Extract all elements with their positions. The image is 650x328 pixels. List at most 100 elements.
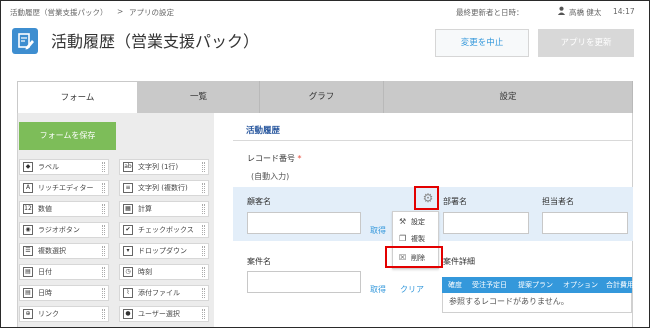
- menu-item-settings[interactable]: ⚒ 設定: [393, 215, 438, 229]
- person-in-charge-field[interactable]: [542, 212, 628, 234]
- palette-item-label-text: 添付ファイル: [138, 289, 180, 297]
- multi-select-icon: ☰: [23, 246, 33, 256]
- palette-item-rich-editor[interactable]: A リッチエディター: [19, 180, 109, 196]
- palette-item-label-text: 日時: [38, 289, 52, 297]
- palette-item-label-text: チェックボックス: [138, 226, 194, 234]
- breadcrumb-separator: >: [117, 7, 124, 16]
- reference-table-empty: 参照するレコードがありません。: [442, 293, 632, 313]
- palette-item-number[interactable]: 12 数値: [19, 201, 109, 217]
- palette-item-radio[interactable]: ◉ ラジオボタン: [19, 222, 109, 238]
- column-header: 提案プラン: [518, 281, 553, 289]
- menu-item-duplicate[interactable]: ❐ 複製: [393, 232, 438, 246]
- update-app-button[interactable]: アプリを更新: [538, 29, 634, 57]
- datetime-icon: ▤: [23, 288, 33, 298]
- menu-item-label: 複製: [411, 235, 425, 243]
- drag-handle-icon[interactable]: [102, 309, 105, 319]
- drag-handle-icon[interactable]: [202, 309, 205, 319]
- drag-handle-icon[interactable]: [102, 246, 105, 256]
- breadcrumb-app-link[interactable]: 活動履歴（営業支援パック）: [10, 7, 108, 18]
- label-icon: ◆: [23, 162, 33, 172]
- drag-handle-icon[interactable]: [102, 288, 105, 298]
- duplicate-icon: ❐: [399, 234, 407, 243]
- clear-link[interactable]: クリア: [400, 284, 424, 295]
- number-icon: 12: [23, 204, 33, 214]
- palette-item-user-select[interactable]: ● ユーザー選択: [119, 306, 209, 322]
- drag-handle-icon[interactable]: [102, 225, 105, 235]
- column-header: 合計費用: [606, 281, 634, 289]
- customer-name-label: 顧客名: [247, 197, 271, 206]
- column-header: オプション: [563, 281, 598, 289]
- palette-item-text-single[interactable]: ab 文字列 (1行): [119, 159, 209, 175]
- save-form-button[interactable]: フォームを保存: [19, 122, 116, 150]
- palette-item-label-text: 複数選択: [38, 247, 66, 255]
- palette-item-label-text: 時刻: [138, 268, 152, 276]
- palette-item-label-text: ラジオボタン: [38, 226, 80, 234]
- palette-item-label[interactable]: ◆ ラベル: [19, 159, 109, 175]
- menu-item-label: 設定: [411, 218, 425, 226]
- palette-item-date[interactable]: ▤ 日付: [19, 264, 109, 280]
- drag-handle-icon[interactable]: [202, 204, 205, 214]
- checkbox-icon: ✔: [123, 225, 133, 235]
- user-select-icon: ●: [123, 309, 133, 319]
- time-icon: ◷: [123, 267, 133, 277]
- cancel-changes-button[interactable]: 変更を中止: [435, 29, 529, 57]
- tab-settings[interactable]: 設定: [384, 81, 633, 113]
- customer-name-field[interactable]: [247, 212, 361, 234]
- palette-item-attachment[interactable]: ⌇ 添付ファイル: [119, 285, 209, 301]
- drag-handle-icon[interactable]: [202, 246, 205, 256]
- drag-handle-icon[interactable]: [102, 267, 105, 277]
- person-in-charge-label: 担当者名: [542, 197, 574, 206]
- palette-item-datetime[interactable]: ▤ 日時: [19, 285, 109, 301]
- drag-handle-icon[interactable]: [102, 162, 105, 172]
- column-header: 受注予定日: [472, 281, 507, 289]
- drag-handle-icon[interactable]: [102, 183, 105, 193]
- app-settings-icon: [12, 28, 38, 54]
- case-name-label: 案件名: [247, 257, 271, 266]
- column-header: 確度: [448, 281, 462, 289]
- palette-item-multi-select[interactable]: ☰ 複数選択: [19, 243, 109, 259]
- calc-icon: ▦: [123, 204, 133, 214]
- attachment-icon: ⌇: [123, 288, 133, 298]
- palette-item-checkbox[interactable]: ✔ チェックボックス: [119, 222, 209, 238]
- palette-item-label-text: リッチエディター: [38, 184, 94, 192]
- drag-handle-icon[interactable]: [202, 162, 205, 172]
- palette-item-dropdown[interactable]: ▾ ドロップダウン: [119, 243, 209, 259]
- palette-item-label-text: ドロップダウン: [138, 247, 187, 255]
- link-icon: ⊕: [23, 309, 33, 319]
- last-updated-label: 最終更新者と日時：: [456, 8, 524, 17]
- palette-item-label-text: リンク: [38, 310, 59, 318]
- fetch-link-2[interactable]: 取得: [370, 284, 386, 295]
- page-title: 活動履歴（営業支援パック）: [51, 32, 260, 51]
- palette-item-label-text: 数値: [38, 205, 52, 213]
- palette-item-label-text: ユーザー選択: [138, 310, 180, 318]
- heading-divider: [233, 140, 633, 141]
- department-field[interactable]: [443, 212, 529, 234]
- drag-handle-icon[interactable]: [202, 267, 205, 277]
- record-number-label: レコード番号 *: [247, 154, 302, 163]
- palette-item-calc[interactable]: ▦ 計算: [119, 201, 209, 217]
- tab-form[interactable]: フォーム: [17, 81, 138, 114]
- palette-item-time[interactable]: ◷ 時刻: [119, 264, 209, 280]
- settings-tabs: フォーム 一覧 グラフ 設定: [17, 81, 633, 114]
- user-icon: [557, 6, 566, 15]
- updater-name[interactable]: 高橋 健太: [569, 7, 601, 18]
- palette-item-label-text: 文字列 (複数行): [138, 184, 188, 192]
- drag-handle-icon[interactable]: [102, 204, 105, 214]
- settings-icon: ⚒: [399, 217, 407, 226]
- dropdown-icon: ▾: [123, 246, 133, 256]
- required-mark: *: [297, 154, 302, 163]
- tab-graph[interactable]: グラフ: [260, 81, 384, 113]
- drag-handle-icon[interactable]: [202, 183, 205, 193]
- form-heading: 活動履歴: [246, 126, 281, 136]
- palette-item-link[interactable]: ⊕ リンク: [19, 306, 109, 322]
- rich-editor-icon: A: [23, 183, 33, 193]
- fetch-link[interactable]: 取得: [370, 225, 386, 236]
- highlight-gear: [414, 186, 439, 210]
- drag-handle-icon[interactable]: [202, 288, 205, 298]
- top-bar: 活動履歴（営業支援パック） > アプリの設定 最終更新者と日時： 高橋 健太 1…: [1, 1, 649, 21]
- case-name-field[interactable]: [247, 271, 361, 293]
- palette-item-label-text: 計算: [138, 205, 152, 213]
- drag-handle-icon[interactable]: [202, 225, 205, 235]
- palette-item-text-multi[interactable]: ≡ 文字列 (複数行): [119, 180, 209, 196]
- tab-list[interactable]: 一覧: [138, 81, 260, 113]
